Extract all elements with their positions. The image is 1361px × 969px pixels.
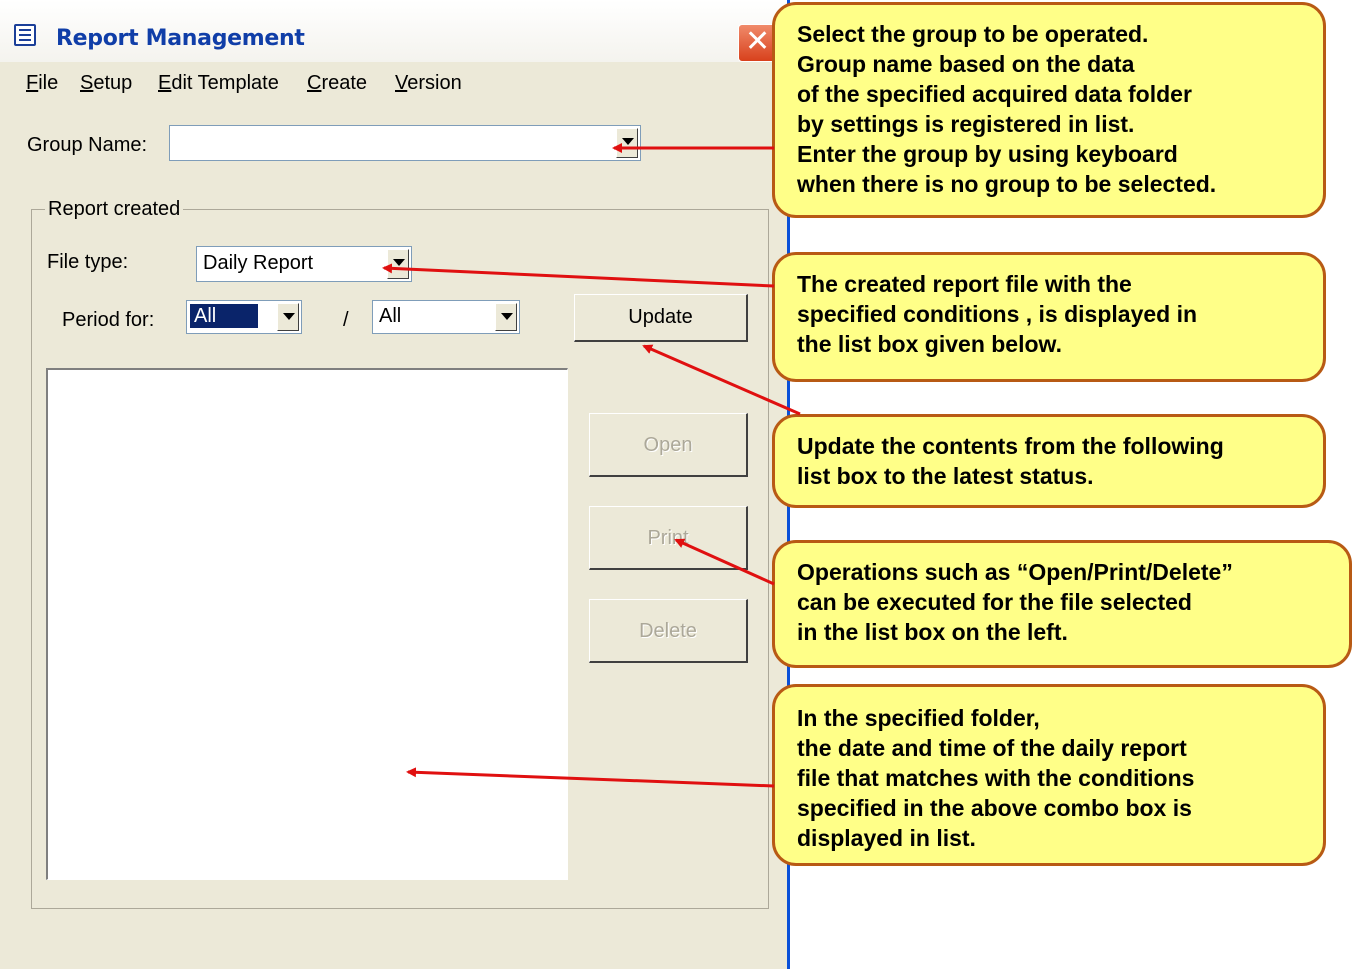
arrow-to-update xyxy=(642,344,801,416)
annotation-arrows xyxy=(382,143,801,788)
arrow-to-print xyxy=(674,538,775,586)
arrow-to-listbox xyxy=(406,767,775,788)
arrow-to-file-type xyxy=(382,263,775,288)
